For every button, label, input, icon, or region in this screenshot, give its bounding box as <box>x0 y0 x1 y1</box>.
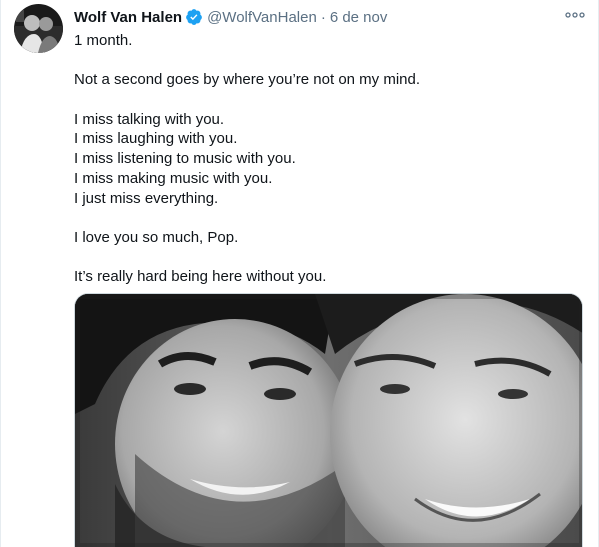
tweet: Wolf Van Halen @WolfVanHalen · 6 de nov … <box>0 0 599 547</box>
avatar-image <box>14 4 63 53</box>
tweet-line-gap <box>74 248 574 268</box>
tweet-line-gap <box>74 208 574 228</box>
tweet-line: I miss making music with you. <box>74 169 273 187</box>
tweet-header: Wolf Van Halen @WolfVanHalen · 6 de nov <box>74 6 568 28</box>
more-options-icon[interactable] <box>564 6 586 24</box>
author-handle[interactable]: @WolfVanHalen <box>207 9 317 26</box>
tweet-text: 1 month. Not a second goes by where you’… <box>74 31 574 287</box>
tweet-line: I miss talking with you. <box>74 110 225 128</box>
tweet-line-gap <box>74 90 574 110</box>
tweet-line-gap <box>74 51 574 71</box>
tweet-photo[interactable] <box>74 293 583 547</box>
author-name[interactable]: Wolf Van Halen <box>74 9 182 26</box>
tweet-date[interactable]: 6 de nov <box>330 9 388 26</box>
photo-image <box>75 294 582 547</box>
tweet-line: I miss laughing with you. <box>74 130 238 148</box>
tweet-line: I miss listening to music with you. <box>74 150 296 168</box>
tweet-line: 1 month. <box>74 32 133 49</box>
tweet-line: I love you so much, Pop. <box>74 228 239 246</box>
separator-dot: · <box>320 8 326 26</box>
tweet-line: Not a second goes by where you’re not on… <box>74 71 421 89</box>
tweet-line: I just miss everything. <box>74 189 219 207</box>
avatar[interactable] <box>14 4 63 53</box>
tweet-line: It’s really hard being here without you. <box>74 268 327 286</box>
verified-badge-icon <box>185 8 203 26</box>
